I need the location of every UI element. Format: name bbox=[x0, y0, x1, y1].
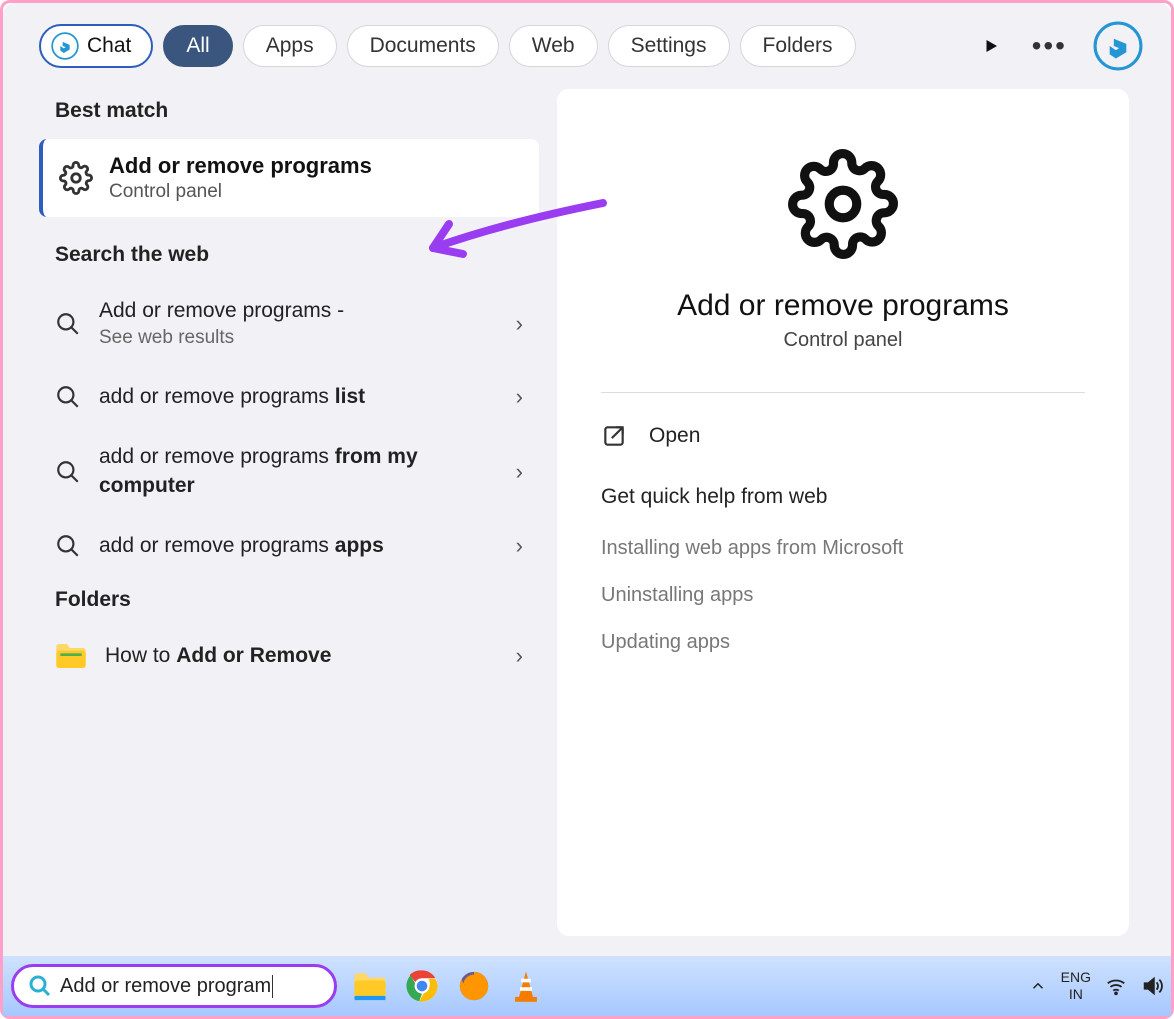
web-result-text: add or remove programs list bbox=[99, 383, 498, 411]
search-results-area: Best match Add or remove programs Contro… bbox=[3, 89, 1171, 956]
best-match-title: Add or remove programs bbox=[109, 153, 372, 179]
filter-tabs-row: Chat All Apps Documents Web Settings Fol… bbox=[3, 21, 1171, 89]
tab-web[interactable]: Web bbox=[509, 25, 598, 67]
gear-icon bbox=[59, 161, 93, 195]
chat-label: Chat bbox=[87, 34, 131, 58]
preview-subtitle: Control panel bbox=[601, 329, 1085, 352]
windows-search-panel: Chat All Apps Documents Web Settings Fol… bbox=[3, 3, 1171, 956]
firefox-icon[interactable] bbox=[455, 967, 493, 1005]
chevron-right-icon: › bbox=[516, 311, 523, 337]
more-options-button[interactable]: ••• bbox=[1032, 30, 1067, 62]
divider bbox=[601, 392, 1085, 393]
web-result[interactable]: add or remove programs from my computer … bbox=[39, 429, 539, 514]
firefox-logo-icon bbox=[457, 969, 491, 1003]
help-link[interactable]: Uninstalling apps bbox=[601, 584, 1085, 607]
search-input-text: Add or remove program bbox=[60, 975, 273, 998]
web-result-text: add or remove programs from my computer bbox=[99, 443, 498, 500]
web-result[interactable]: add or remove programs list › bbox=[39, 369, 539, 425]
tab-all[interactable]: All bbox=[163, 25, 232, 67]
quick-help-title: Get quick help from web bbox=[601, 485, 1085, 509]
chevron-up-icon[interactable] bbox=[1029, 977, 1047, 995]
help-link[interactable]: Updating apps bbox=[601, 631, 1085, 654]
chrome-icon[interactable] bbox=[403, 967, 441, 1005]
search-icon bbox=[55, 459, 81, 485]
taskbar-search-box[interactable]: Add or remove program bbox=[11, 964, 337, 1008]
web-result[interactable]: add or remove programs apps › bbox=[39, 518, 539, 574]
chevron-right-icon: › bbox=[516, 643, 523, 669]
open-action[interactable]: Open bbox=[601, 423, 1085, 449]
vlc-icon[interactable] bbox=[507, 967, 545, 1005]
web-result-text: add or remove programs apps bbox=[99, 532, 498, 560]
folder-icon bbox=[353, 971, 387, 1001]
tab-apps[interactable]: Apps bbox=[243, 25, 337, 67]
best-match-result[interactable]: Add or remove programs Control panel bbox=[39, 139, 539, 217]
best-match-subtitle: Control panel bbox=[109, 181, 372, 203]
chevron-right-icon: › bbox=[516, 459, 523, 485]
help-link[interactable]: Installing web apps from Microsoft bbox=[601, 537, 1085, 560]
section-best-match: Best match bbox=[55, 99, 539, 123]
search-icon bbox=[55, 533, 81, 559]
tab-folders[interactable]: Folders bbox=[740, 25, 856, 67]
preview-pane: Add or remove programs Control panel Ope… bbox=[557, 89, 1129, 936]
search-icon bbox=[55, 384, 81, 410]
tabs-overflow-button[interactable] bbox=[972, 27, 1010, 65]
chrome-logo-icon bbox=[405, 969, 439, 1003]
gear-icon bbox=[788, 149, 898, 259]
windows-taskbar: Add or remove program ENG IN bbox=[3, 956, 1171, 1016]
chat-button[interactable]: Chat bbox=[39, 24, 153, 68]
tab-documents[interactable]: Documents bbox=[347, 25, 499, 67]
web-result[interactable]: Add or remove programs - See web results… bbox=[39, 283, 539, 365]
open-label: Open bbox=[649, 424, 700, 448]
folder-icon bbox=[55, 642, 87, 670]
language-indicator[interactable]: ENG IN bbox=[1061, 969, 1091, 1003]
search-icon bbox=[55, 311, 81, 337]
volume-icon[interactable] bbox=[1141, 975, 1163, 997]
folder-result-text: How to Add or Remove bbox=[105, 644, 498, 668]
section-folders: Folders bbox=[55, 588, 539, 612]
system-tray: ENG IN bbox=[1029, 969, 1163, 1003]
preview-title: Add or remove programs bbox=[601, 289, 1085, 323]
best-match-text: Add or remove programs Control panel bbox=[109, 153, 372, 203]
bing-icon[interactable] bbox=[1093, 21, 1143, 71]
play-icon bbox=[982, 37, 1000, 55]
tab-settings[interactable]: Settings bbox=[608, 25, 730, 67]
web-result-text: Add or remove programs - See web results bbox=[99, 297, 498, 351]
chevron-right-icon: › bbox=[516, 384, 523, 410]
results-column: Best match Add or remove programs Contro… bbox=[39, 89, 539, 956]
file-explorer-icon[interactable] bbox=[351, 967, 389, 1005]
bing-chat-icon bbox=[51, 32, 79, 60]
search-icon bbox=[28, 974, 52, 998]
section-search-web: Search the web bbox=[55, 243, 539, 267]
chevron-right-icon: › bbox=[516, 533, 523, 559]
wifi-icon[interactable] bbox=[1105, 975, 1127, 997]
open-external-icon bbox=[601, 423, 627, 449]
vlc-cone-icon bbox=[511, 969, 541, 1003]
folder-result[interactable]: How to Add or Remove › bbox=[39, 628, 539, 684]
